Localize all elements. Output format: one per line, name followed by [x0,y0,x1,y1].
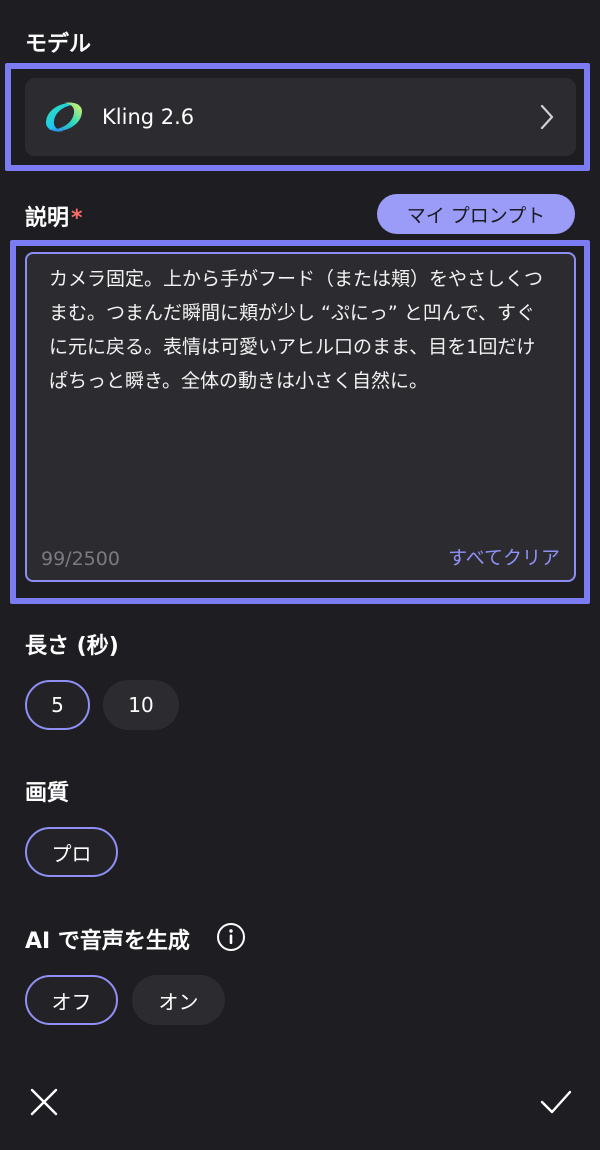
audio-option-off[interactable]: オフ [25,975,118,1025]
quality-option-pro[interactable]: プロ [25,827,118,877]
char-counter: 99/2500 [41,548,120,570]
checkmark-icon[interactable] [539,1085,573,1119]
kling-logo-icon [46,102,82,132]
prompt-text: カメラ固定。上から手がフード（または頬）をやさしくつまむ。つまんだ瞬間に頬が少し… [49,268,544,392]
my-prompt-button[interactable]: マイ プロンプト [377,194,575,234]
duration-option-10[interactable]: 10 [103,680,179,730]
description-section-label: 説明* [25,200,83,232]
close-icon[interactable] [27,1085,61,1119]
model-selector[interactable]: Kling 2.6 [25,78,576,156]
duration-section-label: 長さ (秒) [25,634,119,659]
info-icon[interactable] [216,922,246,952]
model-name: Kling 2.6 [102,105,195,129]
clear-all-button[interactable]: すべてクリア [448,543,560,570]
model-section-label: モデル [25,32,92,57]
audio-section-label: AI で音声を生成 [25,929,190,954]
description-label-text: 説明 [25,206,70,231]
duration-option-5[interactable]: 5 [25,680,90,730]
quality-section-label: 画質 [25,781,70,806]
chevron-right-icon [540,104,554,130]
description-textarea[interactable]: カメラ固定。上から手がフード（または頬）をやさしくつまむ。つまんだ瞬間に頬が少し… [25,252,576,582]
required-mark: * [71,206,83,231]
audio-option-on[interactable]: オン [132,975,225,1025]
